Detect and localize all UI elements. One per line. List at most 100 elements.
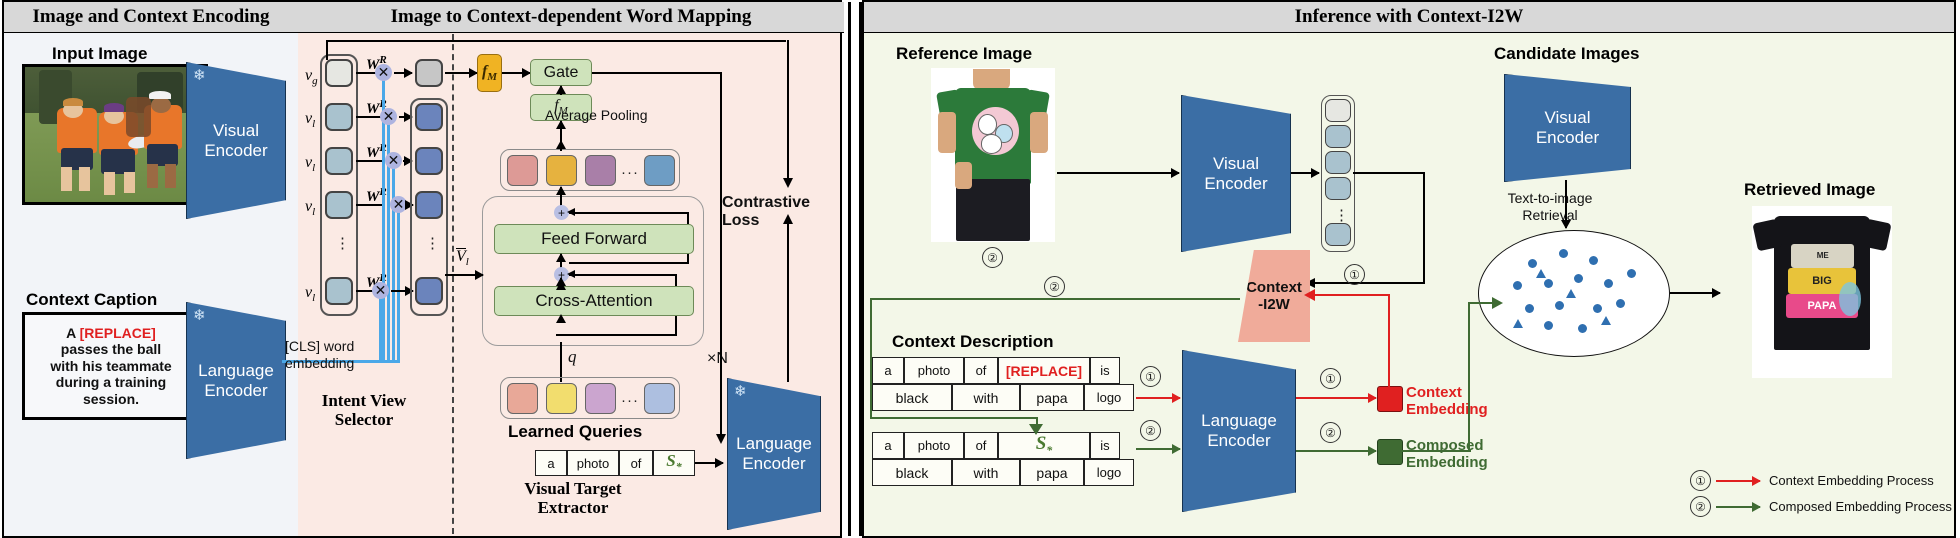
arrow-pool-to-fmgreen (556, 120, 566, 141)
legend-marker-one: ① (1690, 470, 1711, 491)
ctx-row2-token-photo: photo (904, 432, 964, 459)
ref-feature-cell-3 (1325, 177, 1351, 200)
caption-line-5: session. (82, 390, 140, 407)
cls-line1: [CLS] word (285, 338, 355, 354)
wr-line-4 (356, 204, 384, 206)
visual-encoder-line2: Encoder (204, 140, 268, 160)
visual-encoder-cand-line2: Encoder (1535, 128, 1600, 147)
arrow-global-to-fm (445, 68, 478, 78)
green-v-to-sstar (870, 300, 872, 418)
vl-cell-4 (325, 277, 353, 305)
learned-query-2 (546, 383, 577, 414)
contrastive-up-from-langenc (787, 217, 789, 382)
context-embedding-label: Context Embedding (1406, 384, 1488, 419)
intent-view-selector-label: Intent View Selector (321, 391, 407, 429)
wr-line-3 (356, 160, 384, 162)
fm-gold-block: fM (477, 54, 502, 92)
ctx-row1-token-papa: papa (1020, 384, 1084, 411)
language-encoder-right-line2: Encoder (1207, 431, 1271, 450)
arrow-fmgreen-to-gate (556, 85, 566, 95)
red-i2w-arrowhead (1304, 289, 1315, 301)
feedback-top-line (326, 40, 786, 42)
gate-out-down (720, 72, 722, 442)
ctx-row2-token-with: with (952, 459, 1020, 486)
context-i2w-block: Context -I2W (1238, 250, 1310, 342)
arrow-fm-to-gate (502, 68, 531, 78)
token-of: of (619, 450, 653, 476)
context-i2w-line1: Context (1246, 278, 1302, 296)
right-panel-title: Inference with Context-I2W (1294, 6, 1524, 27)
visual-encoder-cand-line1: Visual (1544, 108, 1591, 128)
output-query-dots: ··· (621, 164, 639, 181)
ref-feature-cell-global (1325, 99, 1351, 122)
residual-line-2 (569, 212, 689, 214)
contrastive-down-arrowhead (783, 178, 793, 188)
feed-forward-block: Feed Forward (494, 224, 694, 254)
arrow-vtilde (445, 270, 484, 280)
ctx-row1-token-photo: photo (904, 357, 964, 384)
caption-replace-token: [REPLACE] (79, 324, 156, 341)
multiply-node-2: ✕ (380, 108, 397, 125)
v-tilde-label: Vl (456, 248, 469, 269)
learned-queries-label: Learned Queries (508, 422, 643, 441)
arrow-queryrow-to-pool (556, 140, 566, 151)
red-i2w-line (1312, 294, 1390, 296)
embedding-space (1478, 230, 1670, 357)
candidate-images-label: Candidate Images (1494, 44, 1640, 63)
marker-two-reference: ② (982, 247, 1003, 268)
residual-line-1b (556, 334, 676, 336)
composed-embedding-marker (1377, 439, 1403, 465)
token-s-star: S* (653, 450, 695, 476)
arrow-visualenc-to-feature (1291, 168, 1320, 178)
feature-out-line (1353, 172, 1425, 174)
weighted-local-cell-2 (415, 147, 443, 175)
transformer-block (482, 196, 704, 346)
ctx-row2-token-of: of (964, 432, 998, 459)
left-panel-header: Image and Context Encoding (4, 2, 300, 33)
weighted-global-cell (415, 59, 443, 87)
vl-cell-1 (325, 103, 353, 131)
xN-label: ×N (707, 350, 728, 367)
visual-encoder-right: Visual Encoder (1181, 95, 1291, 252)
weighted-local-cell-4 (415, 277, 443, 305)
retrieved-image-label: Retrieved Image (1744, 180, 1876, 199)
ctx-row1-token-a: a (872, 357, 904, 384)
context-caption-label: Context Caption (26, 290, 158, 309)
snowflake-icon: ❄ (193, 307, 206, 324)
marker-two-row2: ② (1140, 420, 1161, 441)
contrastive-loss-label: Contrastive Loss (722, 194, 811, 229)
output-query-2 (546, 155, 577, 186)
language-encoder-right: Language Encoder (1182, 350, 1296, 512)
green-arrow-to-langenc (1136, 444, 1181, 454)
arrow-addnode2-up (556, 186, 566, 207)
feature-to-i2w-line (1313, 282, 1425, 284)
output-query-1 (507, 155, 538, 186)
green-out-line (1296, 446, 1377, 456)
red-out-line (1296, 393, 1377, 403)
composed-embedding-label: Composed Embedding (1406, 437, 1488, 472)
green-to-ellipse-h1 (1401, 450, 1471, 452)
arrow-visualenc-to-embedspace (1561, 180, 1571, 229)
legend-label-two: Composed Embedding Process (1769, 499, 1952, 514)
language-encoder-right-line1: Language (1201, 411, 1277, 431)
panel-separator (848, 2, 862, 536)
marker-one-out: ① (1320, 368, 1341, 389)
cls-blue-line-5 (379, 298, 382, 362)
arrow-ellipse-to-retrieved (1670, 288, 1721, 298)
caption-prefix: A (66, 324, 80, 341)
q-line (560, 342, 562, 382)
vl-cell-3 (325, 191, 353, 219)
green-line-horizontal (870, 298, 1240, 300)
context-description-label: Context Description (892, 332, 1054, 351)
context-caption-box: A [REPLACE] passes the ball with his tea… (22, 312, 200, 420)
reference-image (931, 68, 1055, 242)
caption-line-3: with his teammate (50, 357, 172, 374)
ctx-row2-token-papa: papa (1020, 459, 1084, 486)
vg-cell (325, 59, 353, 87)
visual-encoder-line1: Visual (212, 120, 259, 140)
caption-line-4: during a training (55, 374, 167, 391)
feedback-top-down-left (326, 40, 328, 60)
cls-line2: embedding (285, 354, 355, 371)
weighted-local-cell-3 (415, 191, 443, 219)
token-a: a (535, 450, 567, 476)
